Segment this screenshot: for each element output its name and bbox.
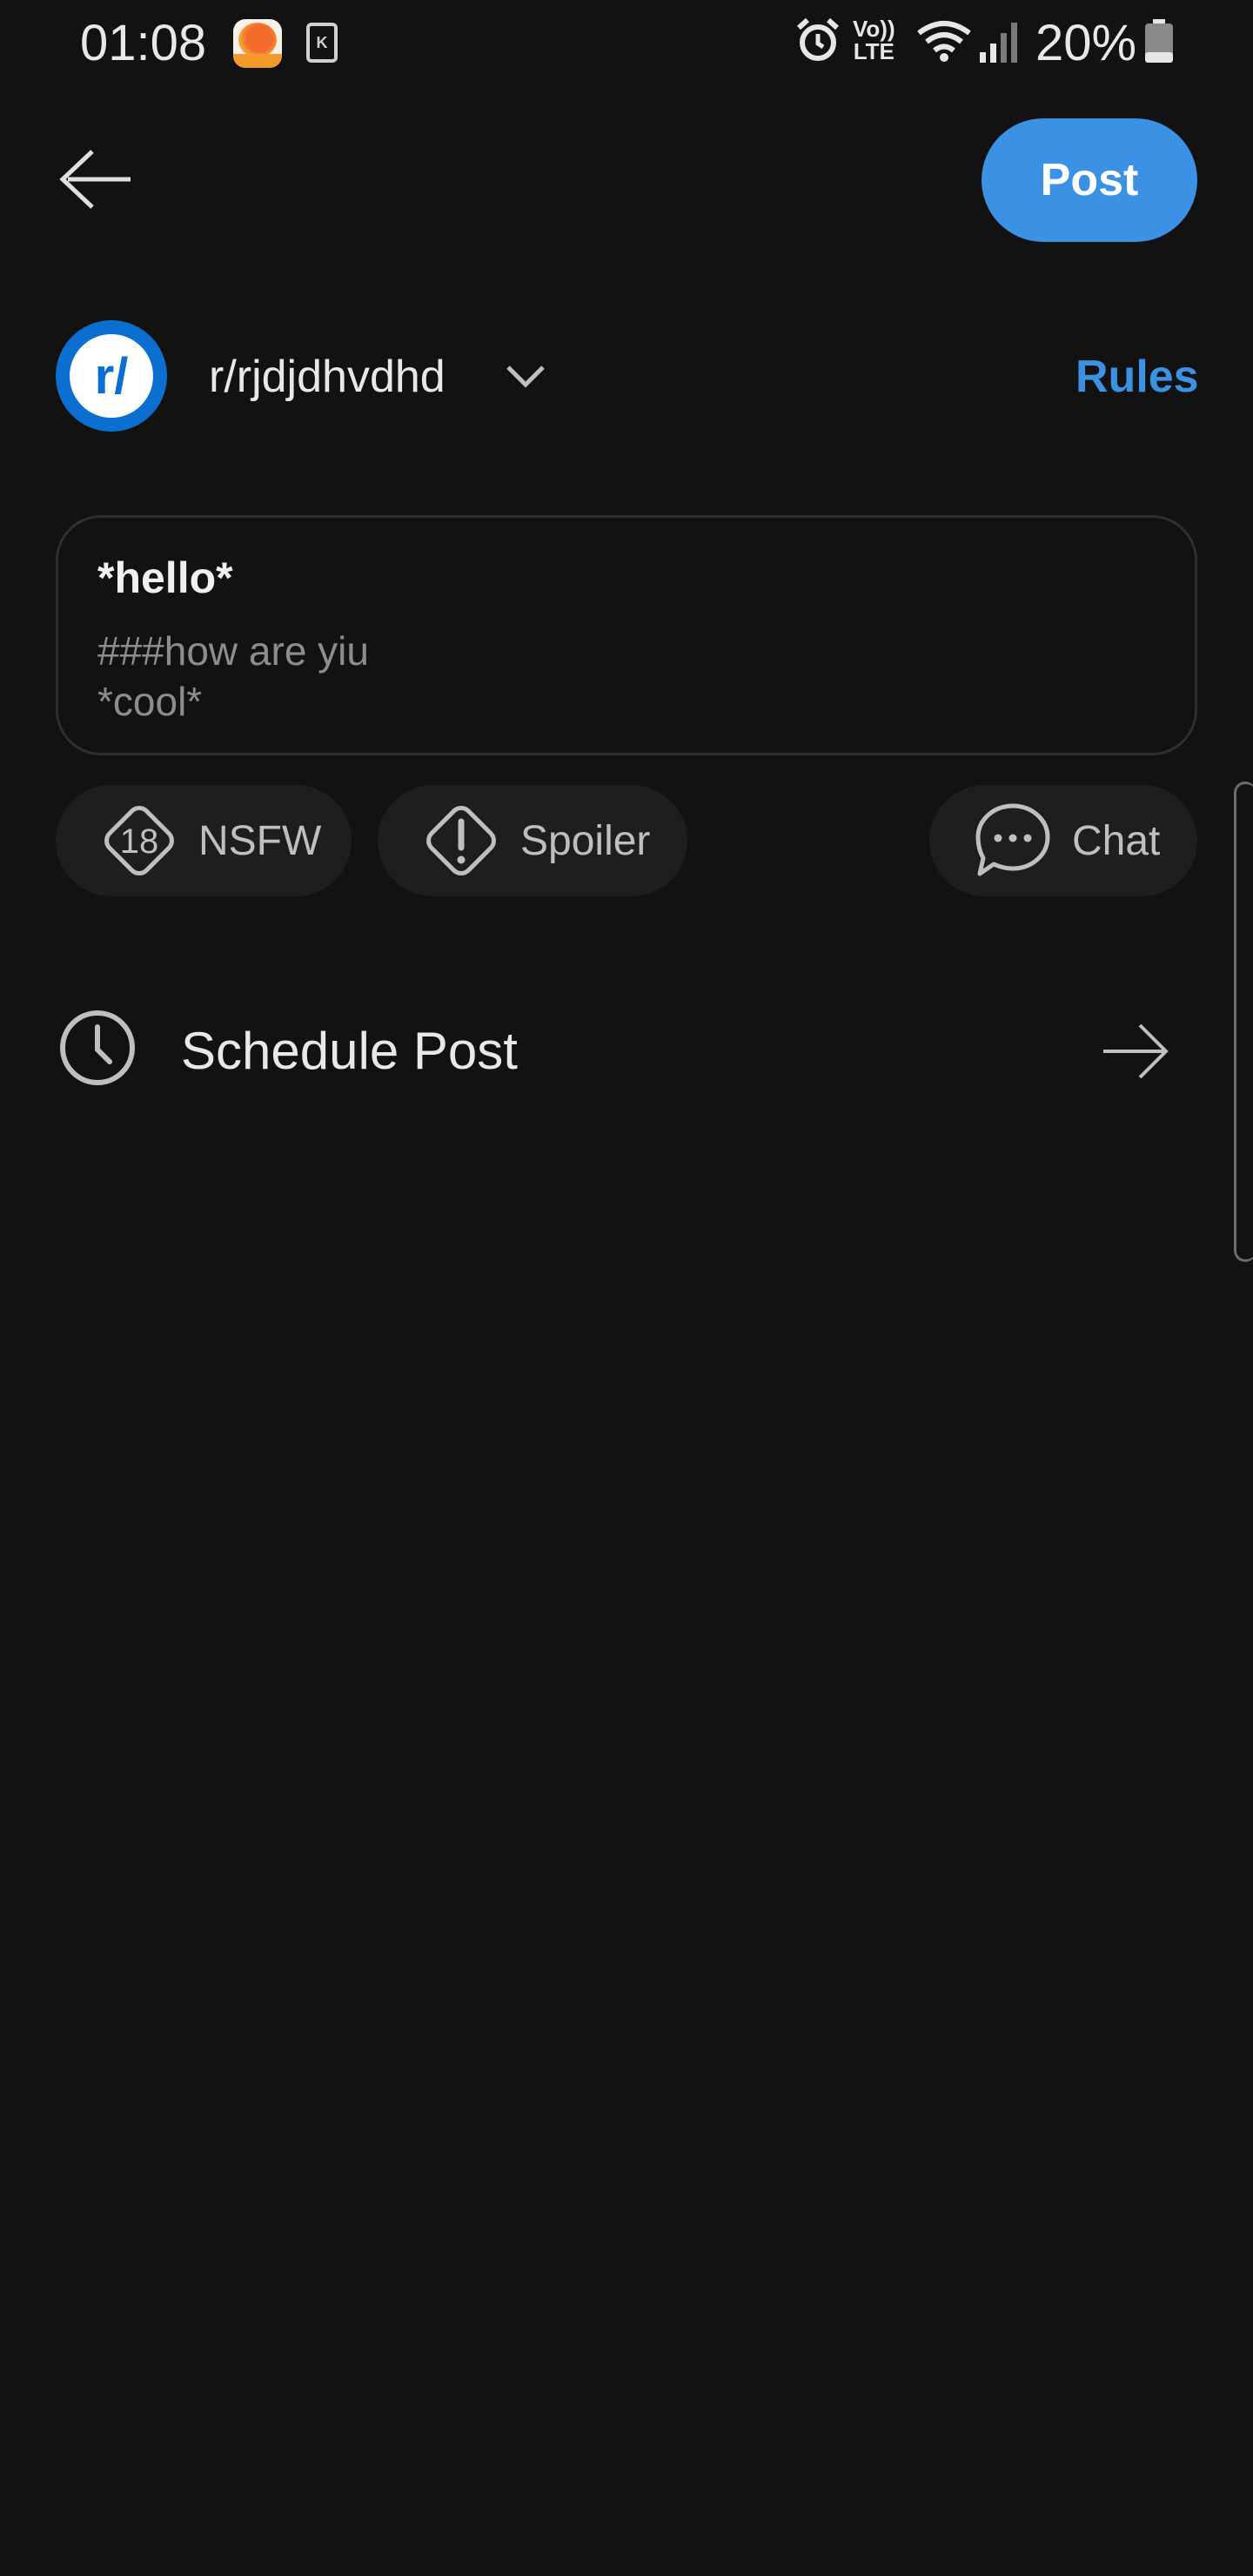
volte-top-text: Vo)) <box>853 16 895 42</box>
clock-icon <box>60 1010 135 1085</box>
alarm-icon <box>796 17 840 61</box>
signal-strength-icon <box>980 23 1017 63</box>
spoiler-tag-button[interactable]: Spoiler <box>378 785 687 896</box>
chevron-down-icon[interactable] <box>503 357 548 395</box>
chat-bubble-icon <box>975 803 1050 876</box>
community-avatar[interactable]: r/ <box>56 320 167 432</box>
rules-link[interactable]: Rules <box>1075 348 1199 406</box>
arrow-left-icon <box>59 150 131 209</box>
notification-app-icon <box>233 19 282 68</box>
battery-percent: 20% <box>1035 15 1137 71</box>
battery-icon <box>1145 19 1173 63</box>
post-title-field[interactable]: *hello* <box>97 550 233 606</box>
scrollbar[interactable] <box>1234 782 1253 1262</box>
post-body-line[interactable]: *cool* <box>97 677 202 726</box>
post-body-line[interactable]: ###how are yiu <box>97 627 369 675</box>
notification-k-icon: K <box>306 23 338 63</box>
wifi-icon <box>917 21 971 62</box>
nsfw-tag-button[interactable]: 18 NSFW <box>56 785 352 896</box>
spoiler-label: Spoiler <box>520 817 651 864</box>
back-button[interactable] <box>50 138 146 233</box>
volte-icon: Vo)) LTE <box>853 17 895 63</box>
community-avatar-text: r/ <box>70 334 153 418</box>
nsfw-18-icon: 18 <box>104 806 174 875</box>
post-button[interactable]: Post <box>982 118 1197 242</box>
spoiler-alert-icon <box>426 806 496 875</box>
community-name[interactable]: r/rjdjdhvdhd <box>209 348 446 406</box>
schedule-post-label: Schedule Post <box>181 1022 518 1080</box>
nsfw-badge-text: 18 <box>120 822 159 861</box>
chat-toggle-button[interactable]: Chat <box>929 785 1197 896</box>
status-time: 01:08 <box>80 15 207 71</box>
nsfw-label: NSFW <box>198 817 322 864</box>
chat-label: Chat <box>1072 817 1161 864</box>
arrow-right-icon[interactable] <box>1098 1015 1171 1088</box>
volte-bottom-text: LTE <box>853 38 895 64</box>
